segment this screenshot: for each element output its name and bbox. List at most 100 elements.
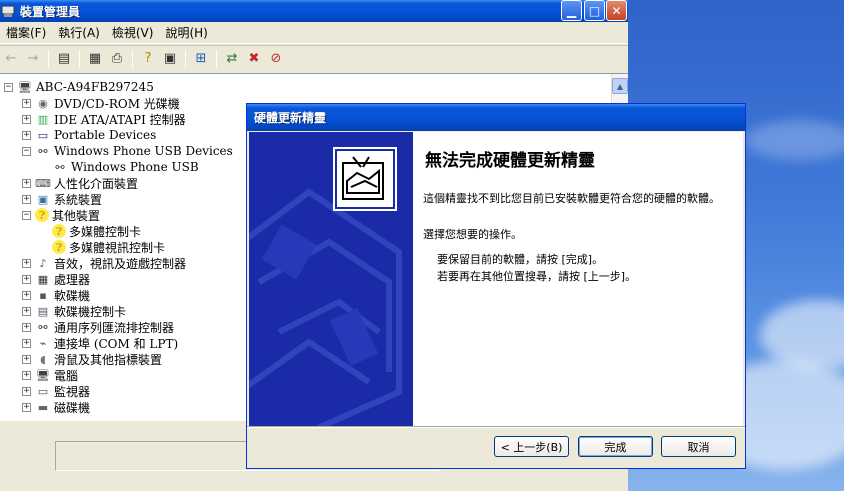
tree-item-label: 通用序列匯流排控制器 — [54, 320, 175, 335]
tree-item[interactable]: + 🖥 電腦 — [22, 367, 78, 383]
help-icon[interactable]: ? — [137, 48, 159, 70]
tree-item[interactable]: + ▬ 磁碟機 — [22, 399, 90, 415]
expand-icon[interactable]: + — [22, 338, 31, 348]
unknown-device-icon: ? — [52, 240, 66, 254]
device-manager-titlebar[interactable]: 裝置管理員 ▁ □ ✕ — [0, 0, 628, 22]
usb-icon: ⚯ — [38, 144, 48, 158]
back-arrow-icon[interactable]: ← — [0, 48, 22, 70]
expand-icon[interactable]: + — [22, 258, 31, 268]
scroll-up-icon[interactable]: ▲ — [612, 78, 628, 94]
print-icon[interactable]: ⎙ — [106, 48, 128, 70]
scan-hardware-icon[interactable]: ⊞ — [190, 48, 212, 70]
expand-icon[interactable]: + — [22, 178, 31, 188]
tree-item[interactable]: − ⚯ Windows Phone USB Devices — [22, 143, 233, 159]
tree-item[interactable]: + ♪ 音效，視訊及遊戲控制器 — [22, 255, 186, 271]
tree-item[interactable]: + ▭ 監視器 — [22, 383, 90, 399]
menu-help[interactable]: 說明(H) — [159, 24, 213, 41]
tree-item-label: Portable Devices — [54, 128, 157, 142]
minimize-button[interactable]: ▁ — [561, 0, 582, 21]
collapse-icon[interactable]: − — [22, 146, 31, 156]
tree-item-label: 軟碟機控制卡 — [54, 304, 127, 319]
tree-item[interactable]: + ⌁ 連接埠 (COM 和 LPT) — [22, 335, 178, 351]
tree-item[interactable]: + ▦ 處理器 — [22, 271, 90, 287]
expand-icon[interactable]: + — [22, 370, 31, 380]
unknown-device-icon: ? — [35, 208, 49, 222]
expand-icon[interactable]: + — [22, 402, 31, 412]
show-hide-tree-icon[interactable]: ▤ — [53, 48, 75, 70]
toolbar-separator — [216, 49, 217, 68]
wizard-option-keep: 要保留目前的軟體，請按 [完成]。 — [437, 253, 604, 266]
expand-icon[interactable]: + — [22, 306, 31, 316]
tree-item[interactable]: + ▤ 軟碟機控制卡 — [22, 303, 126, 319]
tree-item[interactable]: + ◉ DVD/CD-ROM 光碟機 — [22, 95, 180, 111]
tree-item[interactable]: + ◖ 滑鼠及其他指標裝置 — [22, 351, 162, 367]
portable-device-icon: ▭ — [37, 128, 49, 142]
collapse-icon[interactable]: − — [22, 210, 31, 220]
tree-item[interactable]: ? 多媒體控制卡 — [52, 223, 141, 239]
hid-icon: ⌨ — [35, 176, 51, 190]
hardware-update-wizard-dialog: 硬體更新精靈 無法完成硬體更新精靈 這個精靈找不到比您目前已安裝軟體更符合您的硬… — [246, 103, 746, 469]
cdrom-icon: ◉ — [38, 96, 48, 110]
tree-item-label: DVD/CD-ROM 光碟機 — [54, 96, 180, 111]
wizard-title: 硬體更新精靈 — [254, 111, 327, 125]
expand-icon[interactable]: + — [22, 98, 31, 108]
wizard-divider — [247, 426, 745, 428]
close-button[interactable]: ✕ — [606, 0, 627, 21]
expand-icon[interactable]: + — [22, 386, 31, 396]
properties-icon[interactable]: ▦ — [84, 48, 106, 70]
tree-item-label: 處理器 — [54, 272, 91, 287]
collapse-icon[interactable]: − — [4, 82, 13, 92]
tree-item-label: 滑鼠及其他指標裝置 — [54, 352, 163, 367]
forward-arrow-icon[interactable]: → — [22, 48, 44, 70]
tree-item-label: 電腦 — [54, 368, 79, 383]
toolbar-separator — [48, 49, 49, 68]
tree-item[interactable]: ⚯ Windows Phone USB — [52, 159, 199, 175]
tree-item-label: 連接埠 (COM 和 LPT) — [54, 336, 179, 351]
menu-action[interactable]: 執行(A) — [52, 24, 106, 41]
processor-icon: ▦ — [37, 272, 49, 286]
expand-icon[interactable]: + — [22, 114, 31, 124]
tree-item[interactable]: + ⚯ 通用序列匯流排控制器 — [22, 319, 174, 335]
back-button[interactable]: < 上一步(B) — [494, 436, 569, 457]
expand-icon[interactable]: + — [22, 274, 31, 284]
monitor-icon: ▭ — [37, 384, 49, 398]
usb-icon: ⚯ — [38, 320, 48, 334]
tree-item[interactable]: + ⌨ 人性化介面裝置 — [22, 175, 138, 191]
tree-item[interactable]: + ▭ Portable Devices — [22, 127, 156, 143]
show-hide-action-pane-icon[interactable]: ▣ — [159, 48, 181, 70]
finish-button[interactable]: 完成 — [578, 436, 653, 457]
ide-controller-icon: ▥ — [37, 112, 49, 126]
expand-icon[interactable]: + — [22, 354, 31, 364]
usb-icon: ⚯ — [55, 160, 65, 174]
toolbar: ← → ▤ ▦ ⎙ ? ▣ ⊞ ⇄ ✖ ⊘ — [0, 45, 628, 71]
expand-icon[interactable]: + — [22, 290, 31, 300]
tree-item-label: 其他裝置 — [52, 208, 101, 223]
expand-icon[interactable]: + — [22, 130, 31, 140]
update-driver-icon[interactable]: ⇄ — [221, 48, 243, 70]
tree-item[interactable]: − 🖥 ABC-A94FB297245 — [4, 79, 154, 95]
maximize-button[interactable]: □ — [584, 0, 605, 21]
expand-icon[interactable]: + — [22, 322, 31, 332]
expand-icon[interactable]: + — [22, 194, 31, 204]
tree-item-label: 人性化介面裝置 — [54, 176, 139, 191]
tree-item-label: Windows Phone USB — [71, 160, 199, 174]
tree-item[interactable]: −? 其他裝置 — [22, 207, 100, 223]
floppy-icon: ▪ — [39, 288, 47, 302]
wizard-titlebar[interactable]: 硬體更新精靈 — [247, 104, 745, 131]
floppy-controller-icon: ▤ — [37, 304, 49, 318]
system-device-icon: ▣ — [37, 192, 49, 206]
menu-file[interactable]: 檔案(F) — [0, 24, 52, 41]
menu-view[interactable]: 檢視(V) — [106, 24, 160, 41]
toolbar-separator — [79, 49, 80, 68]
computer-icon: 🖥 — [36, 368, 50, 382]
window-title: 裝置管理員 — [20, 4, 81, 19]
cancel-button[interactable]: 取消 — [661, 436, 736, 457]
tree-item[interactable]: + ▪ 軟碟機 — [22, 287, 90, 303]
uninstall-icon[interactable]: ✖ — [243, 48, 265, 70]
disable-icon[interactable]: ⊘ — [265, 48, 287, 70]
tree-item[interactable]: + ▥ IDE ATA/ATAPI 控制器 — [22, 111, 186, 127]
tree-item-label: 監視器 — [54, 384, 91, 399]
tree-item[interactable]: ? 多媒體視訊控制卡 — [52, 239, 165, 255]
tree-item[interactable]: + ▣ 系統裝置 — [22, 191, 102, 207]
port-icon: ⌁ — [39, 336, 47, 350]
